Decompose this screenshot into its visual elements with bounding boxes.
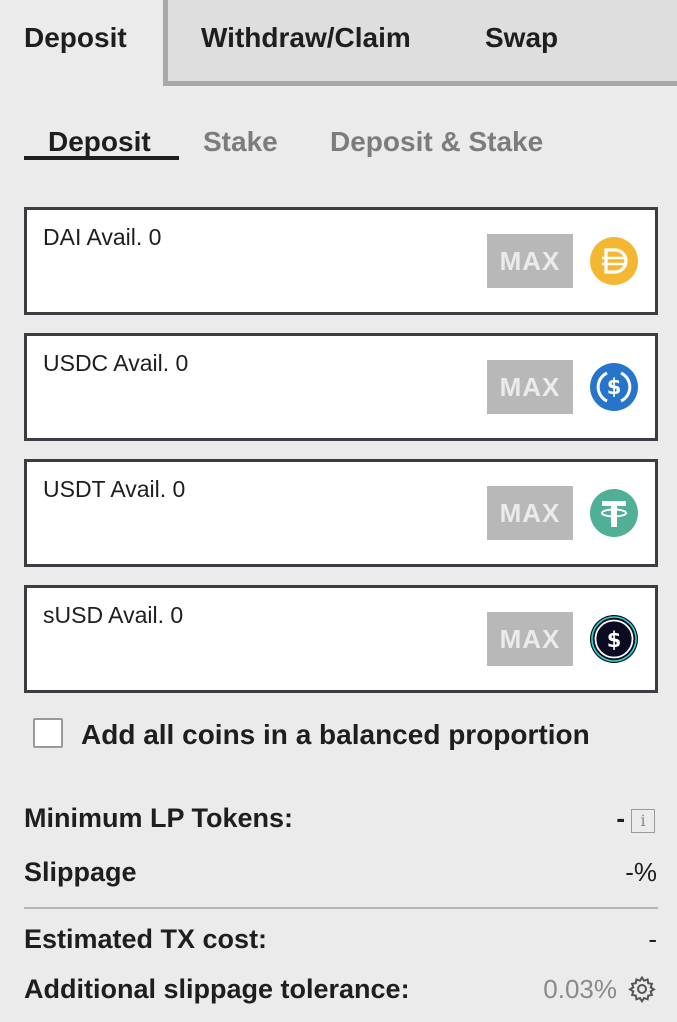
slippage-tolerance-value: 0.03% [543, 974, 617, 1004]
tab-swap[interactable]: Swap [485, 22, 558, 54]
subtab-stake[interactable]: Stake [203, 126, 278, 158]
gear-icon[interactable] [627, 974, 657, 1004]
svg-text:$: $ [607, 628, 622, 652]
svg-text:$: $ [607, 375, 622, 399]
subtab-deposit-stake[interactable]: Deposit & Stake [330, 126, 543, 158]
min-lp-tokens-label: Minimum LP Tokens: [24, 803, 294, 833]
usdc-available-label: USDC Avail. 0 [43, 350, 189, 376]
tx-cost-label: Estimated TX cost: [24, 924, 268, 954]
deposit-panel: Deposit Withdraw/Claim Swap Deposit Stak… [0, 0, 677, 1022]
susd-input-box[interactable]: sUSD Avail. 0 MAX $ [24, 585, 658, 693]
susd-icon: $ [590, 615, 638, 663]
balanced-proportion-checkbox[interactable] [33, 718, 63, 748]
usdt-available-label: USDT Avail. 0 [43, 476, 186, 502]
subtab-deposit[interactable]: Deposit [48, 126, 151, 158]
usdt-max-button[interactable]: MAX [487, 486, 573, 540]
info-icon[interactable]: i [631, 809, 655, 833]
dai-max-button[interactable]: MAX [487, 234, 573, 288]
tab-deposit[interactable]: Deposit [0, 0, 163, 86]
tab-withdraw-claim[interactable]: Withdraw/Claim [201, 22, 411, 54]
dai-available-label: DAI Avail. 0 [43, 224, 162, 250]
usdc-max-button[interactable]: MAX [487, 360, 573, 414]
usdc-icon: $ [590, 363, 638, 411]
slippage-tolerance-label: Additional slippage tolerance: [24, 974, 410, 1004]
min-lp-tokens-value: - [616, 803, 625, 833]
susd-available-label: sUSD Avail. 0 [43, 602, 184, 628]
dai-icon [590, 237, 638, 285]
usdt-input-box[interactable]: USDT Avail. 0 MAX [24, 459, 658, 567]
balanced-proportion-label[interactable]: Add all coins in a balanced proportion [81, 719, 590, 751]
slippage-value: -% [625, 857, 657, 887]
main-tabs: Deposit Withdraw/Claim Swap [0, 0, 677, 86]
divider [24, 907, 658, 909]
inactive-tabs-bar: Withdraw/Claim Swap [163, 0, 677, 86]
dai-input-box[interactable]: DAI Avail. 0 MAX [24, 207, 658, 315]
usdt-icon [590, 489, 638, 537]
susd-max-button[interactable]: MAX [487, 612, 573, 666]
usdc-input-box[interactable]: USDC Avail. 0 MAX $ [24, 333, 658, 441]
slippage-label: Slippage [24, 857, 137, 887]
tx-cost-value: - [648, 924, 657, 954]
subtab-active-underline [24, 156, 179, 160]
